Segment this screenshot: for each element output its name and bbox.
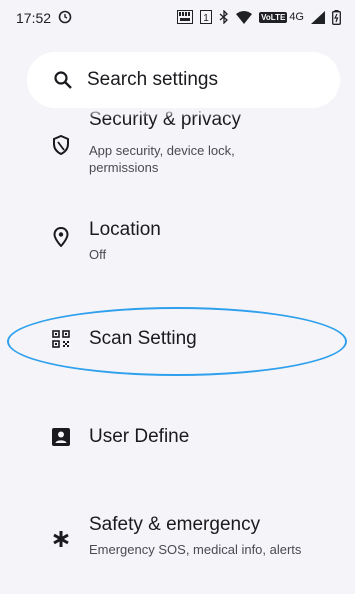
- settings-item-user-define[interactable]: User Define: [0, 406, 355, 468]
- settings-list: Security & privacy App security, device …: [0, 108, 355, 594]
- svg-text:1: 1: [203, 13, 209, 24]
- settings-item-location[interactable]: Location Off: [0, 204, 355, 274]
- search-label: Search settings: [87, 69, 218, 90]
- keyboard-icon: [177, 10, 194, 24]
- network-type: 4G: [289, 11, 304, 23]
- settings-item-scan-setting[interactable]: Scan Setting: [0, 308, 355, 370]
- settings-item-title: User Define: [89, 426, 190, 447]
- account-box-icon: [50, 426, 72, 448]
- status-bar: 17:52 1 VoLTE 4G: [0, 0, 355, 38]
- bluetooth-icon: [219, 10, 229, 24]
- signal-icon: [311, 10, 325, 24]
- location-pin-icon: [50, 226, 72, 248]
- status-icons: 1 VoLTE 4G: [177, 8, 341, 26]
- settings-item-security-privacy[interactable]: Security & privacy App security, device …: [0, 108, 355, 188]
- qr-scan-icon: [50, 328, 72, 350]
- alarm-icon: [58, 10, 72, 24]
- search-icon: [54, 71, 72, 89]
- status-time: 17:52: [16, 10, 52, 26]
- asterisk-icon: [50, 528, 72, 550]
- shield-icon: [50, 134, 72, 156]
- settings-item-title: Scan Setting: [89, 328, 197, 349]
- settings-item-safety-emergency[interactable]: Safety & emergency Emergency SOS, medica…: [0, 502, 355, 572]
- scroll-fade: [0, 108, 355, 118]
- sim-1-icon: 1: [200, 10, 213, 24]
- wifi-icon: [236, 10, 253, 24]
- settings-item-subtitle: Off: [89, 247, 107, 262]
- search-settings-bar[interactable]: Search settings: [27, 52, 340, 108]
- settings-item-subtitle: App security, device lock,: [89, 143, 235, 158]
- settings-item-subtitle: Emergency SOS, medical info, alerts: [89, 542, 302, 557]
- volte-badge: VoLTE: [259, 11, 288, 23]
- settings-item-subtitle-line2: permissions: [89, 160, 159, 175]
- battery-icon: [332, 9, 341, 25]
- settings-item-title: Location: [89, 219, 161, 240]
- settings-item-title: Safety & emergency: [89, 514, 261, 535]
